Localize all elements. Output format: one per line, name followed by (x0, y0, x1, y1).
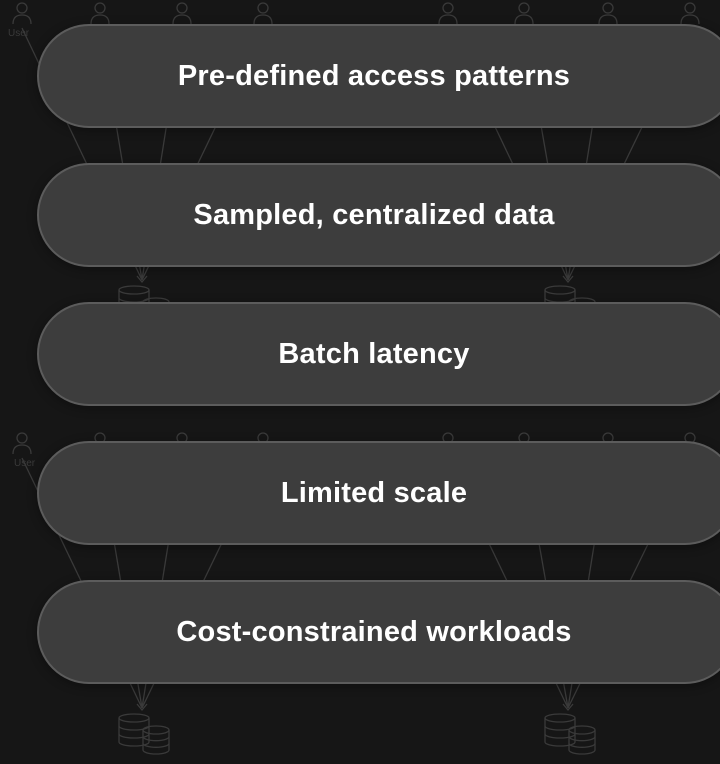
pill-batch-latency: Batch latency (37, 302, 720, 406)
user-label: User (14, 458, 36, 469)
pill-label: Limited scale (280, 476, 468, 509)
user-label: User (8, 28, 30, 39)
pill-label: Batch latency (278, 337, 470, 370)
database-icon (544, 713, 576, 747)
database-icon (118, 713, 150, 747)
pill-cost-constrained-workloads: Cost-constrained workloads (37, 580, 720, 684)
pill-pre-defined-access-patterns: Pre-defined access patterns (37, 24, 720, 128)
pill-limited-scale: Limited scale (37, 441, 720, 545)
database-icon (568, 725, 596, 755)
user-icon (253, 2, 273, 25)
user-icon (514, 2, 534, 25)
user-icon (680, 2, 700, 25)
pill-label: Pre-defined access patterns (177, 59, 571, 92)
pill-sampled-centralized-data: Sampled, centralized data (37, 163, 720, 267)
user-icon (12, 432, 32, 455)
user-icon (598, 2, 618, 25)
pill-label: Sampled, centralized data (193, 198, 555, 231)
user-icon (438, 2, 458, 25)
user-icon (90, 2, 110, 25)
user-icon (12, 2, 32, 25)
user-icon (172, 2, 192, 25)
database-icon (142, 725, 170, 755)
pill-label: Cost-constrained workloads (176, 615, 572, 648)
